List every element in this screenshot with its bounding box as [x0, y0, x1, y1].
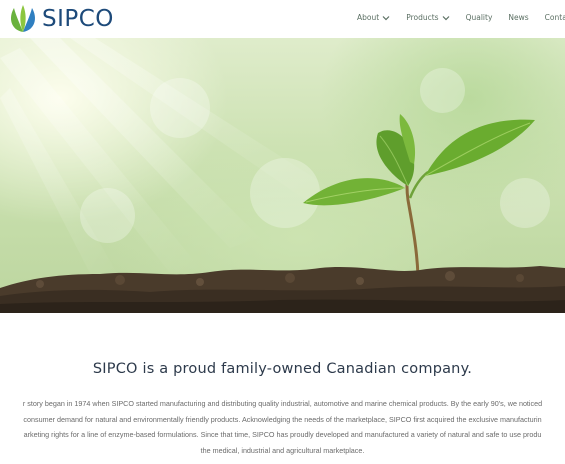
- nav-item-about[interactable]: About: [357, 13, 390, 22]
- nav-label: Contact: [544, 13, 565, 22]
- chevron-down-icon: [382, 15, 390, 20]
- brand-name: SIPCO: [42, 6, 114, 32]
- nav-label: Quality: [465, 13, 493, 22]
- nav-item-products[interactable]: Products: [406, 13, 450, 22]
- nav-item-contact[interactable]: Contact: [545, 13, 565, 22]
- main-nav: About Products Quality News Contact: [357, 13, 565, 22]
- nav-label: About: [357, 13, 380, 22]
- intro-paragraph: r story began in 1974 when SIPCO started…: [0, 396, 565, 459]
- hero-image: [0, 38, 565, 313]
- paragraph-line: consumer demand for natural and environm…: [23, 414, 542, 424]
- page-headline: SIPCO is a proud family-owned Canadian c…: [92, 361, 473, 377]
- nav-item-quality[interactable]: Quality: [466, 13, 493, 22]
- logo[interactable]: SIPCO: [6, 4, 114, 34]
- nav-item-news[interactable]: News: [508, 13, 528, 22]
- nav-label: Products: [406, 13, 439, 22]
- nav-label: News: [508, 13, 529, 22]
- paragraph-line: r story began in 1974 when SIPCO started…: [22, 399, 543, 408]
- seedling-in-soil: [0, 114, 565, 313]
- paragraph-line: the medical, industrial and agricultural…: [200, 446, 365, 456]
- chevron-down-icon: [442, 15, 450, 20]
- site-header: SIPCO About Products Quality News Contac…: [0, 0, 565, 38]
- leaf-logo-icon: [11, 5, 35, 32]
- paragraph-line: arketing rights for a line of enzyme-bas…: [23, 430, 542, 440]
